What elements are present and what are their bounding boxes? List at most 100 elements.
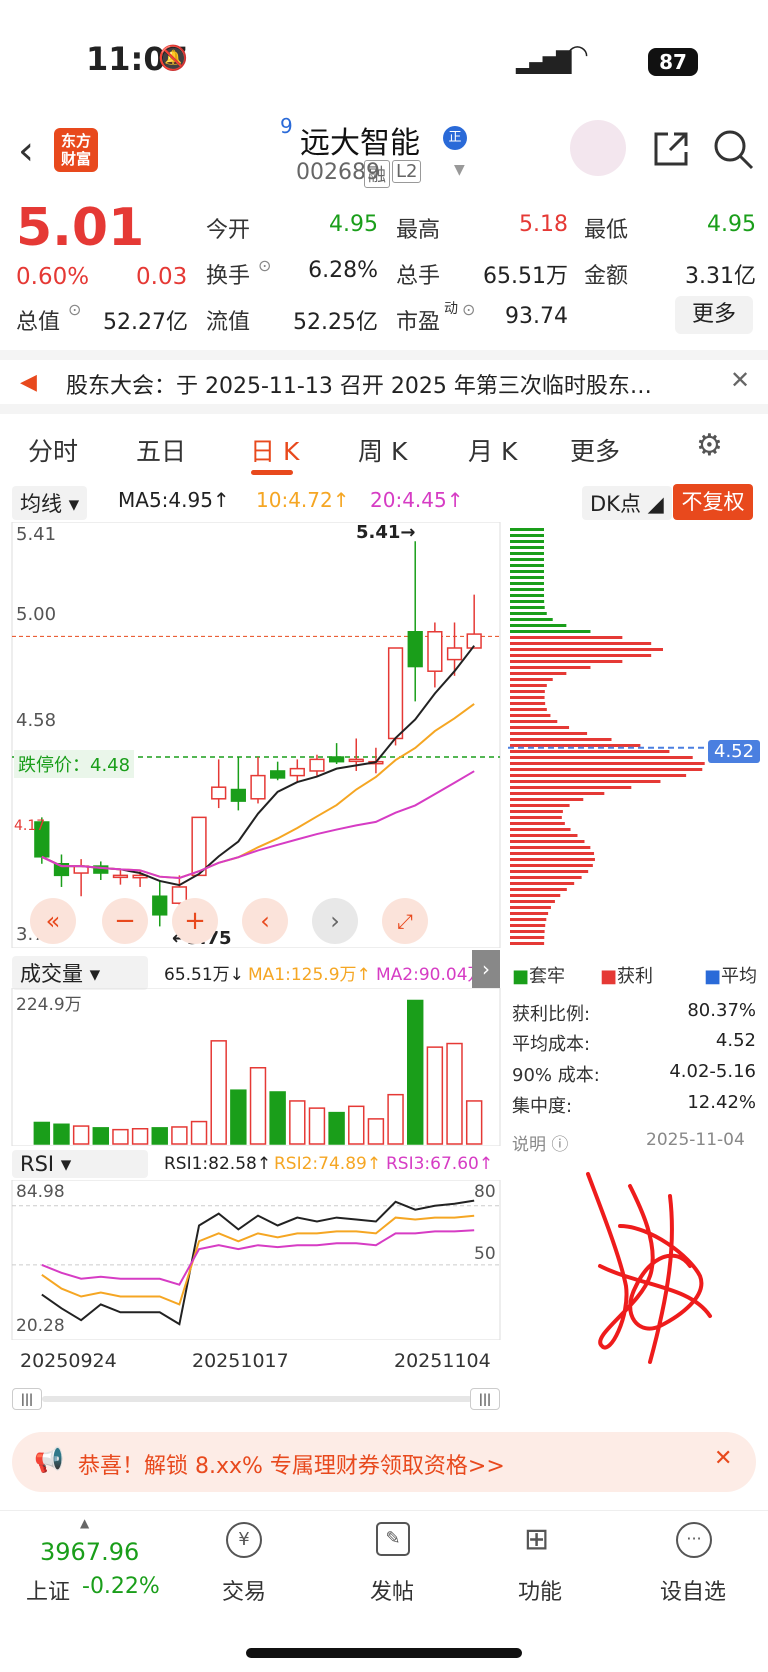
nav-post[interactable]: 发帖 <box>370 1574 414 1606</box>
nav-features[interactable]: 功能 <box>518 1574 562 1606</box>
chip-bar <box>510 654 652 657</box>
more-dots-icon[interactable]: ··· <box>676 1522 712 1558</box>
kline-chart[interactable] <box>10 522 502 948</box>
chip-bar <box>510 648 663 651</box>
up-caret-icon: ▲ <box>80 1516 90 1530</box>
volume-bar <box>230 1089 247 1145</box>
app-logo: 东方 财富 <box>54 128 98 172</box>
chip-bar <box>510 846 591 849</box>
back-button[interactable]: ‹ <box>18 128 34 174</box>
rsi-select[interactable]: RSI ▾ <box>12 1150 148 1178</box>
note-link[interactable]: 说明 ⓘ <box>512 1130 568 1155</box>
speaker-icon: ◀ <box>20 370 37 395</box>
expand-button[interactable]: ⤢ <box>382 898 428 944</box>
promo-text[interactable]: 恭喜！解锁 8.xx% 专属理财券领取资格>> <box>78 1448 505 1480</box>
collapse-arrow-button[interactable]: › <box>472 950 500 988</box>
tab-intraday[interactable]: 分时 <box>28 432 78 468</box>
info-icon[interactable]: ⊙ <box>462 300 475 319</box>
chip-bar <box>510 906 551 909</box>
ma-select[interactable]: 均线 ▾ <box>12 486 88 520</box>
grid-icon[interactable]: ⊞ <box>524 1522 549 1557</box>
close-icon[interactable]: ✕ <box>730 366 750 394</box>
tab-monthly-k[interactable]: 月 K <box>468 432 517 468</box>
zoom-out-button[interactable]: − <box>102 898 148 944</box>
tab-weekly-k[interactable]: 周 K <box>358 432 407 468</box>
scroll-handle-left[interactable]: ||| <box>12 1388 42 1410</box>
tab-daily-k[interactable]: 日 K <box>250 432 299 468</box>
candle-body <box>407 631 423 668</box>
nav-watchlist[interactable]: 设自选 <box>660 1574 726 1606</box>
volume-bar <box>367 1118 385 1145</box>
tab-underline <box>251 470 293 475</box>
rsi1-value: RSI1:82.58↑ <box>164 1154 272 1174</box>
volume-bar <box>72 1125 90 1145</box>
settings-gear-icon[interactable]: ⚙ <box>696 428 723 463</box>
trade-icon[interactable]: ¥ <box>226 1522 262 1558</box>
chip-bar <box>510 642 652 645</box>
volume-bar <box>249 1067 267 1145</box>
stock-name[interactable]: 远大智能 <box>300 118 420 162</box>
low-label: 最低 <box>584 218 629 243</box>
profit-ratio-value: 80.37% <box>687 1000 756 1021</box>
robot-avatar-icon[interactable] <box>570 120 626 176</box>
promo-close-icon[interactable]: ✕ <box>714 1446 732 1471</box>
search-icon[interactable] <box>712 128 756 172</box>
ma10-value: 10:4.72↑ <box>256 488 350 512</box>
volume-select-label: 成交量 <box>20 962 83 986</box>
chip-bar <box>510 576 545 579</box>
open-label: 今开 <box>206 218 251 243</box>
more-button[interactable]: 更多 <box>675 296 753 334</box>
amount-value: 3.31亿 <box>685 264 756 289</box>
candle-body <box>309 758 325 772</box>
post-icon[interactable]: ✎ <box>376 1522 410 1556</box>
x-label-1: 20250924 <box>20 1350 117 1372</box>
chip-bar <box>510 804 570 807</box>
next-button[interactable]: › <box>312 898 358 944</box>
chip-bar <box>510 930 545 933</box>
turnover-label: 换手 <box>206 264 251 289</box>
share-icon[interactable] <box>650 128 692 170</box>
nav-trade[interactable]: 交易 <box>222 1574 266 1606</box>
chip-bar <box>510 750 670 753</box>
index-value[interactable]: 3967.96 <box>40 1538 139 1566</box>
dropdown-icon[interactable]: ▼ <box>454 162 465 178</box>
pe-label: 市盈 <box>396 310 441 335</box>
volume-select[interactable]: 成交量 ▾ <box>12 956 148 990</box>
rewind-button[interactable]: « <box>30 898 76 944</box>
prev-button[interactable]: ‹ <box>242 898 288 944</box>
zoom-in-button[interactable]: + <box>172 898 218 944</box>
handwritten-scribble <box>586 1172 712 1364</box>
dk-label: DK点 <box>590 492 641 516</box>
dk-select[interactable]: DK点 ◢ <box>582 486 672 520</box>
chip-bar <box>510 738 612 741</box>
info-icon[interactable]: ⊙ <box>258 256 271 275</box>
chip-bar <box>510 792 605 795</box>
wifi-icon: ◠ <box>566 40 589 70</box>
high-label: 最高 <box>396 218 441 243</box>
info-icon[interactable]: ⊙ <box>68 300 81 319</box>
chip-bar <box>510 624 567 627</box>
candle-body <box>348 758 364 763</box>
legend-locked: ■套牢 <box>512 966 566 987</box>
scroll-handle-right[interactable]: ||| <box>470 1388 500 1410</box>
tab-more[interactable]: 更多 <box>570 432 620 468</box>
chart-scrollbar[interactable]: ||| ||| <box>12 1388 500 1410</box>
adjust-button[interactable]: 不复权 <box>673 484 753 520</box>
rsi-chart <box>11 1180 501 1340</box>
chip-bar <box>510 600 545 603</box>
chip-bar <box>510 912 549 915</box>
amount-label: 金额 <box>584 264 629 289</box>
legend-profit-label: 获利 <box>617 966 654 987</box>
ma20-value: 20:4.45↑ <box>370 488 464 512</box>
chip-bar <box>510 684 547 687</box>
change-abs: 0.03 <box>136 264 188 290</box>
chip-bar <box>510 882 575 885</box>
chip-bar <box>510 780 661 783</box>
tab-five-day[interactable]: 五日 <box>136 432 186 468</box>
y-label-top: 5.41 <box>16 524 57 545</box>
notice-text[interactable]: 股东大会：于 2025-11-13 召开 2025 年第三次临时股东… <box>66 368 652 400</box>
cost-90-value: 4.02-5.16 <box>669 1061 756 1082</box>
bell-off-icon: 🔕 <box>158 44 188 72</box>
chip-bar <box>510 810 563 813</box>
rsi2-line <box>41 1214 475 1306</box>
